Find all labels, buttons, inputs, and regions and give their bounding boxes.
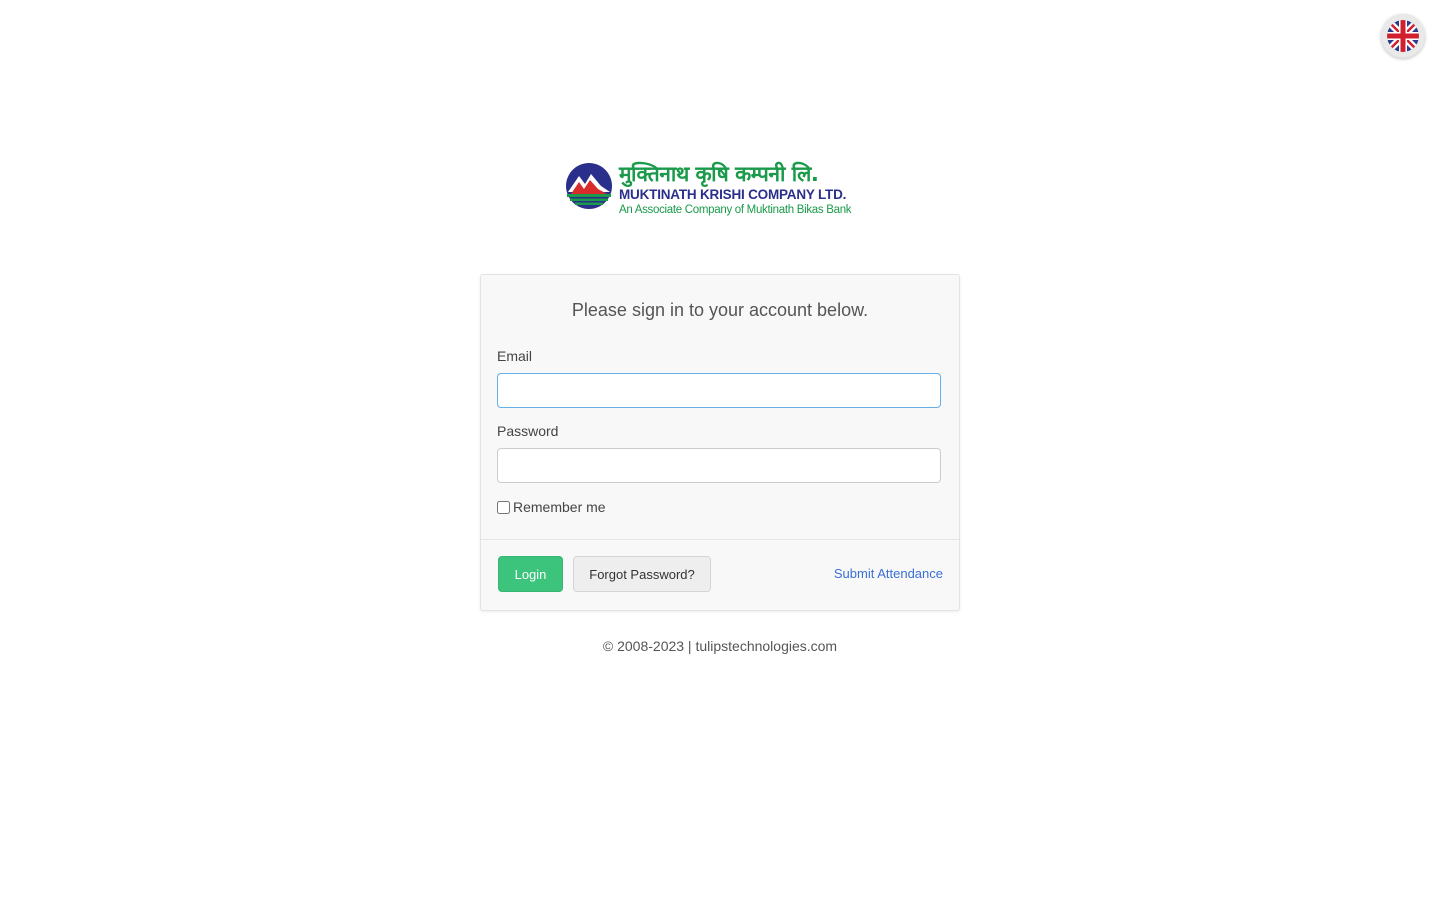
logo-tagline: An Associate Company of Muktinath Bikas …: [619, 204, 852, 216]
card-divider: [481, 539, 959, 540]
email-label: Email: [497, 348, 533, 364]
company-logo: मुक्तिनाथ कृषि कम्पनी लि. MUKTINATH KRIS…: [565, 161, 869, 225]
mountain-emblem-icon: [566, 163, 612, 209]
password-label: Password: [497, 423, 559, 439]
login-button[interactable]: Login: [498, 556, 563, 592]
email-input[interactable]: [497, 373, 941, 408]
forgot-password-button[interactable]: Forgot Password?: [573, 556, 711, 592]
remember-me-row: Remember me: [497, 499, 606, 515]
submit-attendance-link[interactable]: Submit Attendance: [834, 566, 943, 581]
language-switcher-button[interactable]: [1381, 14, 1425, 58]
remember-me-label[interactable]: Remember me: [513, 499, 606, 515]
footer-copyright: © 2008-2023 | tulipstechnologies.com: [602, 638, 838, 654]
logo-english-name: MUKTINATH KRISHI COMPANY LTD.: [619, 187, 847, 202]
password-input[interactable]: [497, 448, 941, 483]
login-title: Please sign in to your account below.: [571, 300, 869, 320]
uk-flag-icon: [1387, 20, 1419, 52]
remember-me-checkbox[interactable]: [497, 500, 510, 514]
login-card: Please sign in to your account below. Em…: [480, 274, 960, 611]
logo-nepali-name: मुक्तिनाथ कृषि कम्पनी लि.: [619, 162, 819, 186]
